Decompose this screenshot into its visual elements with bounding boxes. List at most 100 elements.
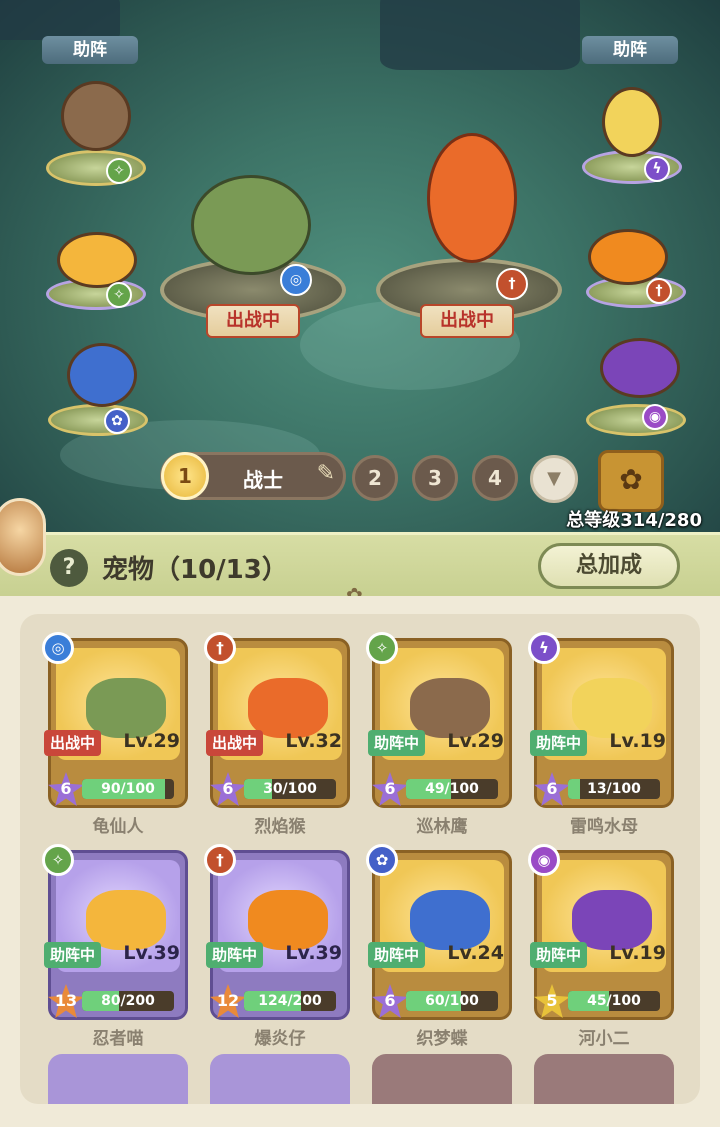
pet-card[interactable]: † 助阵中 Lv.39 12 124/200 爆炎仔 xyxy=(204,844,350,1049)
assist-label-right: 助阵 xyxy=(582,36,678,64)
paw-star-badge-icon[interactable]: ✿ xyxy=(598,450,664,512)
chevron-down-icon[interactable]: ▼ xyxy=(530,455,578,503)
star-count: 6 xyxy=(60,779,72,798)
exp-bar: 49/100 xyxy=(406,779,498,799)
exp-bar: 124/200 xyxy=(244,991,336,1011)
fighting-tag: 出战中 xyxy=(206,304,300,338)
background-tree xyxy=(0,0,120,40)
assist-pet-butterfly[interactable] xyxy=(44,330,160,420)
team-tab-3[interactable]: 3 xyxy=(412,455,458,501)
assist-pet-eagle[interactable] xyxy=(44,68,148,164)
pet-card[interactable]: † 出战中 Lv.32 6 30/100 烈焰猴 xyxy=(204,632,350,837)
exp-text: 90/100 xyxy=(101,781,155,797)
paw-element-icon: ✿ xyxy=(366,844,398,876)
player-avatar[interactable] xyxy=(0,498,46,576)
star-count: 12 xyxy=(216,991,240,1010)
status-badge: 助阵中 xyxy=(368,942,426,968)
pet-panel: ◎ 出战中 Lv.29 6 90/100 龟仙人 † 出战中 Lv.32 6 30/100 烈焰猴 ✧ 助… xyxy=(0,596,720,1127)
total-bonus-button[interactable]: 总加成 xyxy=(538,543,680,589)
fighting-pet-flame-monkey[interactable] xyxy=(410,118,534,278)
pet-card[interactable]: ◎ 出战中 Lv.29 6 90/100 龟仙人 xyxy=(42,632,188,837)
pet-card[interactable]: ◉ 助阵中 Lv.19 5 45/100 河小二 xyxy=(528,844,674,1049)
team-tab-4[interactable]: 4 xyxy=(472,455,518,501)
pet-level: Lv.39 xyxy=(123,942,180,964)
total-level: 总等级314/280 xyxy=(566,510,702,531)
wind-element-icon: ✧ xyxy=(106,282,132,308)
pet-card[interactable]: ✧ 助阵中 Lv.39 13 80/200 忍者喵 xyxy=(42,844,188,1049)
thunder-element-icon: ϟ xyxy=(644,156,670,182)
team-number-selected[interactable]: 1 xyxy=(161,452,209,500)
pet-name: 烈焰猴 xyxy=(254,817,306,837)
pet-card[interactable]: ✿ 助阵中 Lv.24 6 60/100 织梦蝶 xyxy=(366,844,512,1049)
exp-text: 45/100 xyxy=(587,993,641,1009)
star-icon: 5 xyxy=(534,984,570,1018)
pet-name: 织梦蝶 xyxy=(416,1029,468,1049)
exp-text: 80/200 xyxy=(101,993,155,1009)
status-badge: 出战中 xyxy=(206,730,264,756)
wind-element-icon: ✧ xyxy=(106,158,132,184)
background-tree xyxy=(380,0,580,70)
pet-portrait xyxy=(572,678,652,738)
pet-name: 雷鸣水母 xyxy=(570,817,638,837)
status-badge: 助阵中 xyxy=(206,942,264,968)
star-count: 6 xyxy=(384,991,396,1010)
star-icon: 12 xyxy=(210,984,246,1018)
pet-card[interactable]: ✧ 助阵中 Lv.29 6 49/100 巡林鹰 xyxy=(366,632,512,837)
feather-icon: ✎ xyxy=(316,461,335,486)
exp-text: 124/200 xyxy=(258,993,322,1009)
assist-pet-ninja-cat[interactable] xyxy=(50,222,144,298)
status-badge: 助阵中 xyxy=(44,942,102,968)
star-count: 6 xyxy=(546,779,558,798)
pet-portrait xyxy=(410,678,490,738)
status-badge: 出战中 xyxy=(44,730,102,756)
status-badge: 助阵中 xyxy=(368,730,426,756)
star-count: 6 xyxy=(384,779,396,798)
paw-element-icon: ✿ xyxy=(104,408,130,434)
status-badge: 助阵中 xyxy=(530,942,588,968)
team-name: 战士 xyxy=(243,468,283,492)
pet-level: Lv.29 xyxy=(447,730,504,752)
next-row-card[interactable] xyxy=(48,1054,188,1104)
next-row-card[interactable] xyxy=(372,1054,512,1104)
assist-label-left: 助阵 xyxy=(42,36,138,64)
exp-bar: 13/100 xyxy=(568,779,660,799)
pet-name: 巡林鹰 xyxy=(416,817,468,837)
thunder-element-icon: ϟ xyxy=(528,632,560,664)
fighting-tag: 出战中 xyxy=(420,304,514,338)
team-tab-2[interactable]: 2 xyxy=(352,455,398,501)
exp-bar: 45/100 xyxy=(568,991,660,1011)
pet-grid: ◎ 出战中 Lv.29 6 90/100 龟仙人 † 出战中 Lv.32 6 30/100 烈焰猴 ✧ 助… xyxy=(20,614,700,1104)
wind-element-icon: ✧ xyxy=(42,844,74,876)
pet-portrait xyxy=(248,678,328,738)
next-row-card[interactable] xyxy=(534,1054,674,1104)
ghost-element-icon: ◉ xyxy=(528,844,560,876)
assist-slot xyxy=(586,404,686,436)
pet-card[interactable]: ϟ 助阵中 Lv.19 6 13/100 雷鸣水母 xyxy=(528,632,674,837)
pet-name: 爆炎仔 xyxy=(254,1029,306,1049)
water-element-icon: ◎ xyxy=(280,264,312,296)
pet-portrait xyxy=(86,678,166,738)
fire-element-icon: † xyxy=(496,268,528,300)
battle-scene: 助阵 助阵 ✧ ✧ ✿ ϟ † ◉ ◎ 出战中 † 出战中 1 战士 ✎ 2 3… xyxy=(0,0,720,540)
star-icon: 6 xyxy=(372,772,408,806)
star-count: 5 xyxy=(546,991,558,1010)
exp-text: 13/100 xyxy=(587,781,641,797)
assist-pet-jellyfish[interactable] xyxy=(590,74,674,170)
star-icon: 13 xyxy=(48,984,84,1018)
assist-pet-puffer[interactable] xyxy=(590,328,690,408)
exp-text: 49/100 xyxy=(425,781,479,797)
star-icon: 6 xyxy=(534,772,570,806)
exp-bar: 80/200 xyxy=(82,991,174,1011)
exp-bar: 90/100 xyxy=(82,779,174,799)
ghost-element-icon: ◉ xyxy=(642,404,668,430)
star-icon: 6 xyxy=(210,772,246,806)
next-row-card[interactable] xyxy=(210,1054,350,1104)
panel-title: 宠物（10/13） xyxy=(102,555,288,585)
help-button[interactable]: ? xyxy=(50,549,88,587)
wind-element-icon: ✧ xyxy=(366,632,398,664)
fire-element-icon: † xyxy=(204,632,236,664)
pet-portrait xyxy=(248,890,328,950)
pet-level: Lv.32 xyxy=(285,730,342,752)
team-selector[interactable]: 1 战士 ✎ xyxy=(160,452,346,500)
pet-portrait xyxy=(572,890,652,950)
